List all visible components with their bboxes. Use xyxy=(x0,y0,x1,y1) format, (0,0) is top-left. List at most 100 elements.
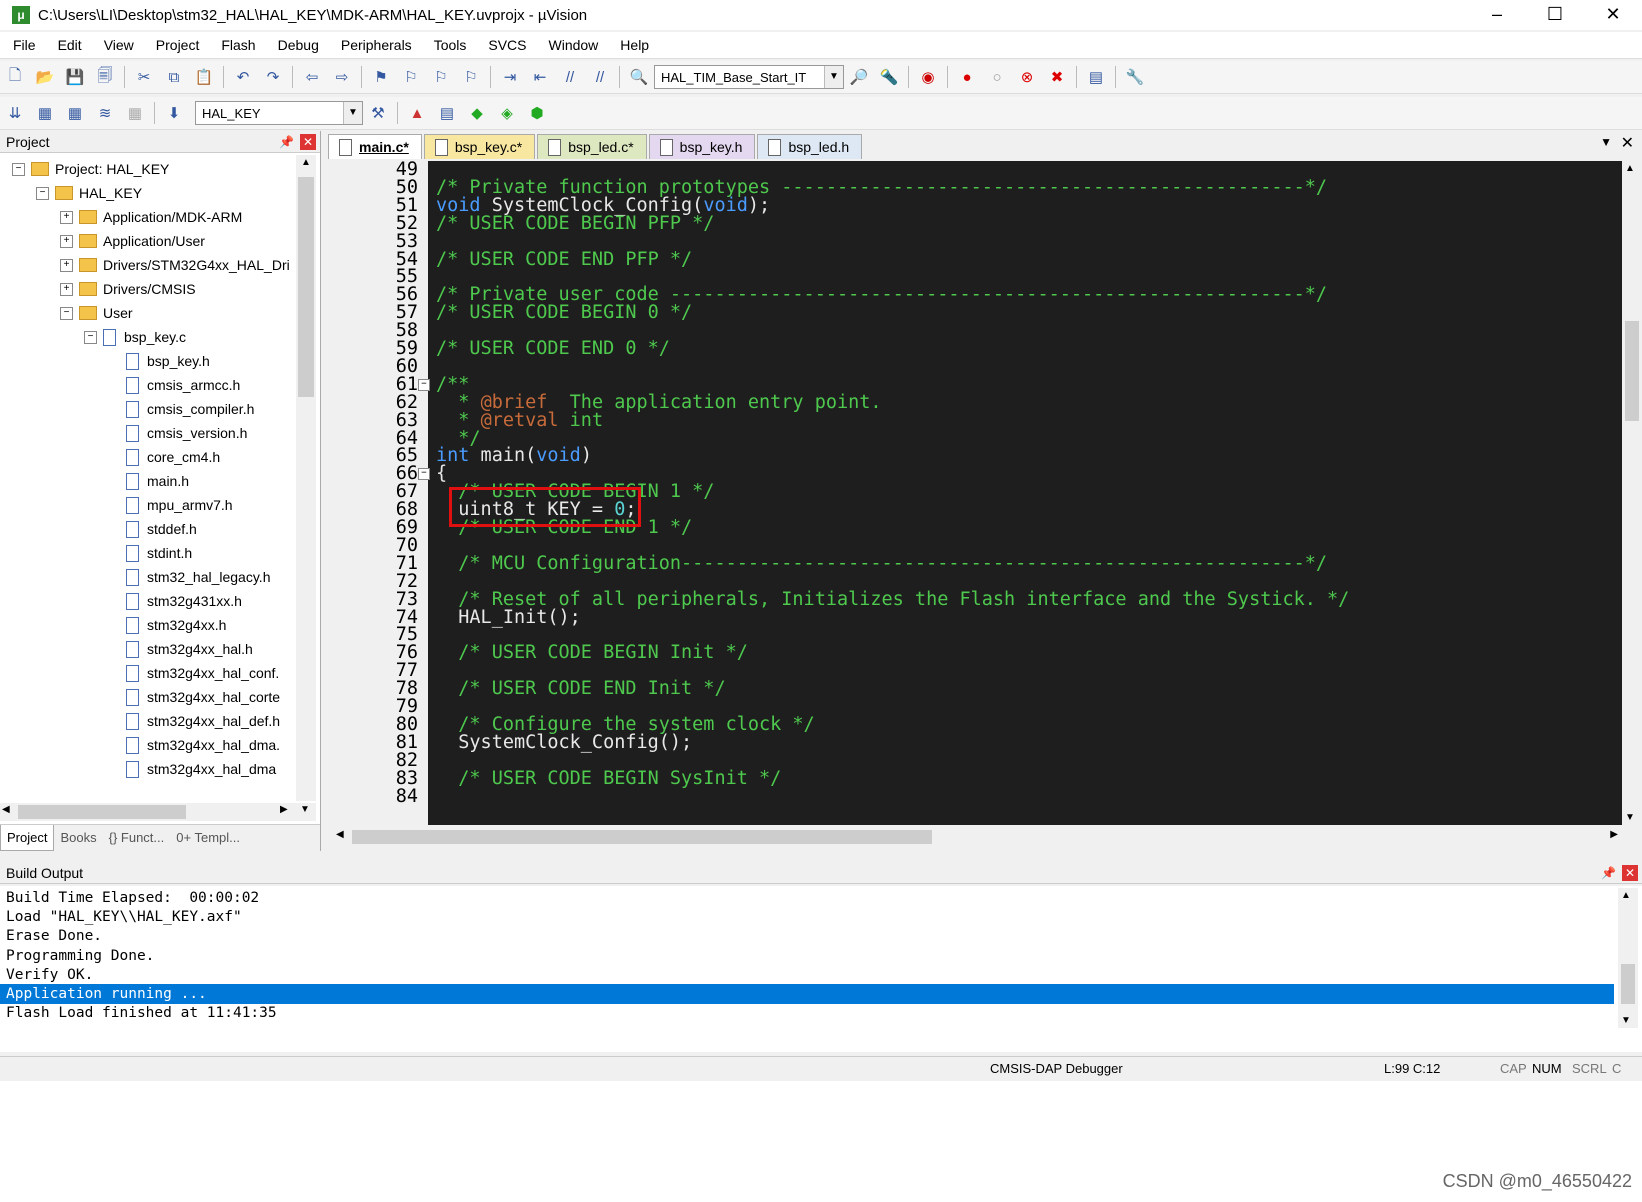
pin-icon[interactable]: 📌 xyxy=(279,131,294,153)
target-options-icon[interactable]: ⚒ xyxy=(367,102,389,124)
scroll-left-icon[interactable]: ◀ xyxy=(336,829,344,840)
comment-icon[interactable]: // xyxy=(559,66,581,88)
save-icon[interactable]: 💾 xyxy=(64,66,86,88)
tree-item[interactable]: stm32g4xx_hal_dma xyxy=(108,757,276,781)
rebuild-icon[interactable]: ▦ xyxy=(64,102,86,124)
editor-tab[interactable]: bsp_led.h xyxy=(757,134,863,159)
build-output-line[interactable]: Flash Load finished at 11:41:35 xyxy=(0,1003,1614,1023)
select-packs-icon[interactable]: ▤ xyxy=(436,102,458,124)
menu-item-project[interactable]: Project xyxy=(143,37,209,53)
menu-item-peripherals[interactable]: Peripherals xyxy=(328,37,421,53)
paste-icon[interactable]: 📋 xyxy=(193,66,215,88)
tree-item[interactable]: stm32g4xx_hal_corte xyxy=(108,685,280,709)
tree-item[interactable]: stm32g4xx_hal_dma. xyxy=(108,733,280,757)
chevron-down-icon[interactable]: ▼ xyxy=(824,66,843,88)
menu-item-tools[interactable]: Tools xyxy=(421,37,476,53)
tab-list-icon[interactable]: ▼ xyxy=(1600,135,1612,149)
menu-item-svcs[interactable]: SVCS xyxy=(475,37,535,53)
project-tree-vscroll[interactable]: ▲ xyxy=(296,155,316,801)
close-button[interactable]: ✕ xyxy=(1584,0,1642,30)
tab-functions[interactable]: {} Funct... xyxy=(103,825,171,851)
scroll-up-icon[interactable]: ▲ xyxy=(298,157,314,171)
fold-icon[interactable]: − xyxy=(418,468,430,481)
find-icon[interactable]: 🔎 xyxy=(848,66,870,88)
configure-icon[interactable]: 🔧 xyxy=(1124,66,1146,88)
tab-project[interactable]: Project xyxy=(0,825,55,851)
cut-icon[interactable]: ✂ xyxy=(133,66,155,88)
expand-icon[interactable]: + xyxy=(60,258,73,272)
close-icon[interactable]: ✕ xyxy=(1622,865,1638,881)
menu-item-flash[interactable]: Flash xyxy=(208,37,264,53)
open-folder-icon[interactable]: 📂 xyxy=(34,66,56,88)
editor-tab[interactable]: main.c* xyxy=(328,134,422,159)
tree-item[interactable]: mpu_armv7.h xyxy=(108,493,233,517)
indent-icon[interactable]: ⇥ xyxy=(499,66,521,88)
tree-item[interactable]: stm32_hal_legacy.h xyxy=(108,565,270,589)
build-icon[interactable]: ▦ xyxy=(34,102,56,124)
minimize-button[interactable]: – xyxy=(1468,0,1526,30)
bookmark-clear-icon[interactable]: ⚐ xyxy=(460,66,482,88)
fold-icon[interactable]: − xyxy=(418,378,430,391)
editor-tab[interactable]: bsp_key.h xyxy=(648,134,756,159)
scroll-thumb[interactable] xyxy=(352,830,932,844)
tab-templates[interactable]: 0+ Templ... xyxy=(170,825,246,851)
download-icon[interactable]: ⬇ xyxy=(163,102,185,124)
pack-installer-icon[interactable]: ◈ xyxy=(496,102,518,124)
scroll-down-icon[interactable]: ▼ xyxy=(1621,1015,1631,1026)
chevron-down-icon[interactable]: ▼ xyxy=(343,102,362,124)
tree-item[interactable]: bsp_key.h xyxy=(108,349,210,373)
batch-build-icon[interactable]: ≋ xyxy=(94,102,116,124)
save-all-icon[interactable]: 🗐 xyxy=(94,66,116,88)
scroll-thumb[interactable] xyxy=(1621,964,1635,1004)
bookmark-icon[interactable]: ⚑ xyxy=(370,66,392,88)
tree-item[interactable]: stm32g4xx_hal_def.h xyxy=(108,709,280,733)
tab-books[interactable]: Books xyxy=(54,825,102,851)
redo-icon[interactable]: ↷ xyxy=(262,66,284,88)
kill-all-breakpoints-icon[interactable]: ✖ xyxy=(1046,66,1068,88)
editor-tab[interactable]: bsp_led.c* xyxy=(537,134,647,159)
menu-item-window[interactable]: Window xyxy=(536,37,608,53)
scroll-down-icon[interactable]: ▼ xyxy=(1625,812,1635,823)
stop-build-icon[interactable]: ▦ xyxy=(124,102,146,124)
collapse-icon[interactable]: − xyxy=(36,186,49,200)
new-file-icon[interactable]: 🗋 xyxy=(4,66,26,88)
build-output-line[interactable]: Build Time Elapsed: 00:00:02 xyxy=(0,888,1614,908)
tree-item[interactable]: stm32g4xx_hal_conf. xyxy=(108,661,279,685)
disable-breakpoint-icon[interactable]: ○ xyxy=(986,66,1008,88)
collapse-icon[interactable]: − xyxy=(60,306,73,320)
build-output-line[interactable]: Load "HAL_KEY\\HAL_KEY.axf" xyxy=(0,907,1614,927)
editor-vscroll[interactable]: ▲ ▼ xyxy=(1622,161,1642,825)
tree-item[interactable]: stm32g4xx.h xyxy=(108,613,226,637)
collapse-icon[interactable]: − xyxy=(12,162,25,176)
tree-item[interactable]: stddef.h xyxy=(108,517,197,541)
menu-item-edit[interactable]: Edit xyxy=(45,37,91,53)
editor-hscroll[interactable]: ◀ ▶ xyxy=(332,827,1622,847)
tree-item[interactable]: main.h xyxy=(108,469,189,493)
tree-item[interactable]: core_cm4.h xyxy=(108,445,220,469)
tree-item[interactable]: + Application/MDK-ARM xyxy=(60,205,242,229)
find-in-files-icon[interactable]: 🔍 xyxy=(628,66,650,88)
build-output-vscroll[interactable]: ▲ ▼ xyxy=(1618,888,1638,1028)
bookmark-next-icon[interactable]: ⚐ xyxy=(430,66,452,88)
tree-item[interactable]: cmsis_version.h xyxy=(108,421,247,445)
expand-icon[interactable]: + xyxy=(60,210,73,224)
menu-item-help[interactable]: Help xyxy=(607,37,658,53)
navigate-back-icon[interactable]: ⇦ xyxy=(301,66,323,88)
scroll-right-icon[interactable]: ▶ xyxy=(1610,829,1618,840)
close-icon[interactable]: ✕ xyxy=(300,134,316,150)
navigate-forward-icon[interactable]: ⇨ xyxy=(331,66,353,88)
breakpoint-icon[interactable]: ● xyxy=(956,66,978,88)
menu-item-file[interactable]: File xyxy=(0,37,45,53)
scroll-thumb[interactable] xyxy=(1625,321,1639,421)
scroll-left-icon[interactable]: ◀ xyxy=(2,804,10,815)
scroll-thumb[interactable] xyxy=(298,177,314,397)
translate-icon[interactable]: ⇊ xyxy=(4,102,26,124)
pin-icon[interactable]: 📌 xyxy=(1601,862,1616,884)
tree-item[interactable]: − Project: HAL_KEY xyxy=(12,157,169,181)
close-editor-icon[interactable]: ✕ xyxy=(1621,133,1634,153)
editor-tab[interactable]: bsp_key.c* xyxy=(423,134,536,159)
copy-icon[interactable]: ⧉ xyxy=(163,66,185,88)
software-packs-icon[interactable]: ⬢ xyxy=(526,102,548,124)
uncomment-icon[interactable]: // xyxy=(589,66,611,88)
build-output-line[interactable]: Application running ... xyxy=(0,984,1614,1004)
